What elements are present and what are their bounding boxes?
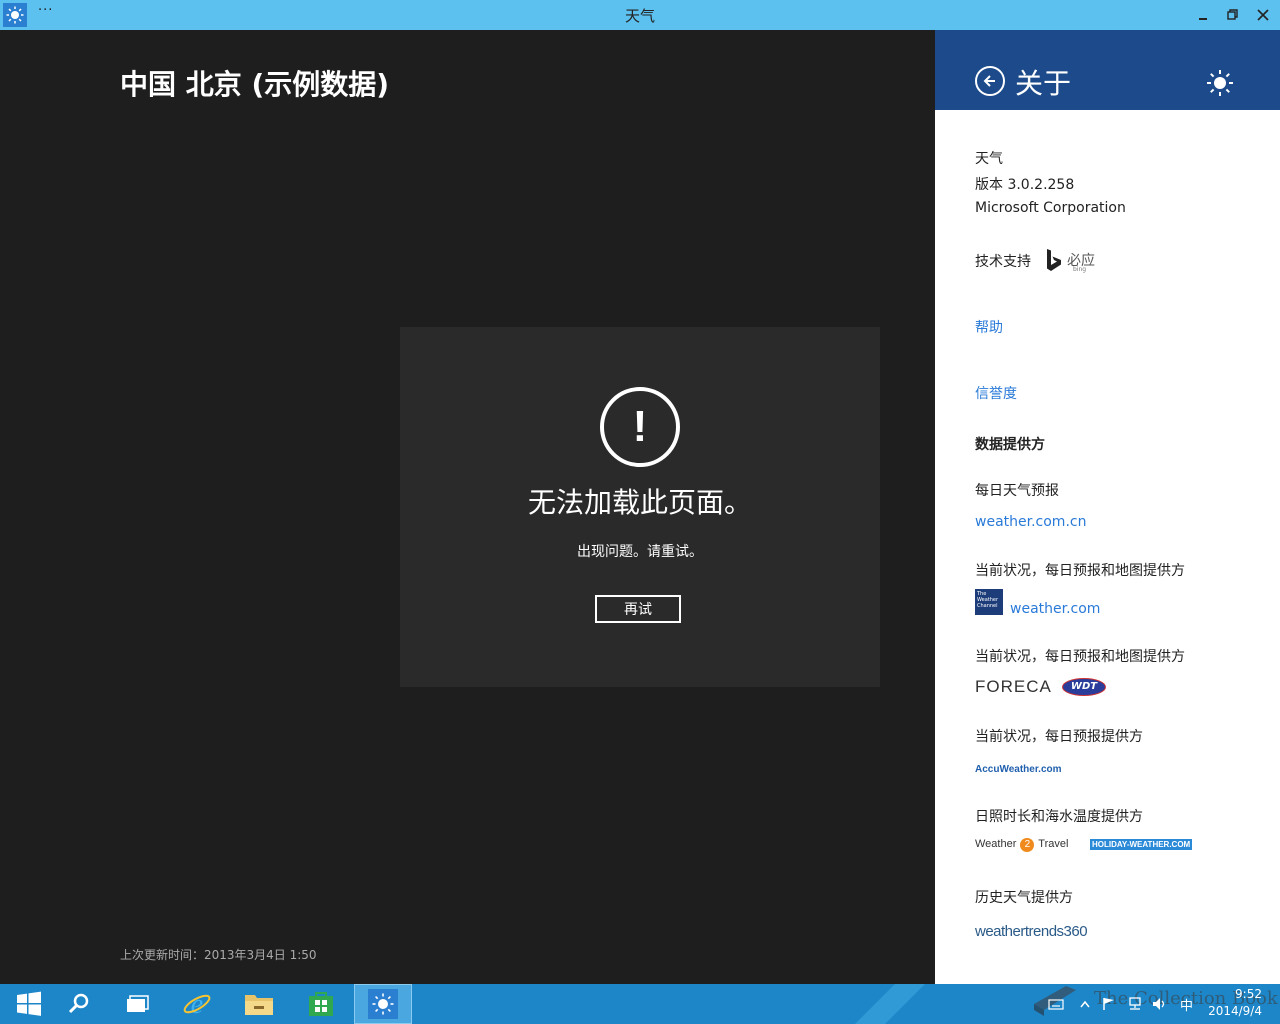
bing-logo-subtext: bing xyxy=(1073,266,1087,273)
about-panel-header: 关于 xyxy=(935,30,1280,110)
app-version: 版本 3.0.2.258 xyxy=(975,177,1075,193)
error-dialog: ! 无法加载此页面。 出现问题。请重试。 再试 xyxy=(400,327,880,687)
volume-tray-icon[interactable] xyxy=(1152,984,1168,1024)
flag-icon xyxy=(1103,998,1114,1010)
title-bar: ··· 天气 xyxy=(0,0,1280,30)
back-button[interactable] xyxy=(975,66,1005,96)
provider-label: 当前状况，每日预报提供方 xyxy=(975,729,1143,745)
store-button[interactable] xyxy=(292,984,350,1024)
restore-button[interactable] xyxy=(1222,4,1244,26)
network-icon xyxy=(1129,997,1141,1010)
minimize-icon xyxy=(1199,18,1207,20)
about-panel-title: 关于 xyxy=(1015,67,1072,100)
window-title: 天气 xyxy=(624,7,655,25)
folder-icon xyxy=(245,995,273,1015)
restore-icon xyxy=(1227,9,1238,20)
last-updated-text: 上次更新时间：2013年3月4日 1:50 xyxy=(120,948,317,962)
provider-link-weather-com-cn[interactable]: weather.com.cn xyxy=(975,514,1086,530)
task-view-button[interactable] xyxy=(108,984,166,1024)
app-company: Microsoft Corporation xyxy=(975,200,1126,216)
file-explorer-button[interactable] xyxy=(230,984,288,1024)
help-link[interactable]: 帮助 xyxy=(975,317,1003,337)
task-view-icon xyxy=(127,995,149,1012)
show-hidden-icons-button[interactable] xyxy=(1080,984,1090,1024)
weather2travel-logo: Weather 2 Travel xyxy=(975,838,1068,852)
bing-icon xyxy=(1047,249,1061,271)
weather-channel-logo: The Weather Channel xyxy=(975,589,1003,615)
clock-date: 2014/9/4 xyxy=(1208,1004,1262,1018)
close-button[interactable] xyxy=(1252,4,1274,26)
close-icon xyxy=(1257,9,1269,21)
store-icon xyxy=(309,992,333,1016)
retry-button[interactable]: 再试 xyxy=(595,595,681,623)
taskbar: e The Collection Book 中 9:52 2014/9/4 xyxy=(0,984,1280,1024)
wdt-logo: WDT xyxy=(1062,678,1106,696)
search-taskbar-button[interactable] xyxy=(50,984,108,1024)
accuweather-logo: AccuWeather.com xyxy=(975,764,1062,775)
main-content: 中国 北京 (示例数据) ! 无法加载此页面。 出现问题。请重试。 再试 上次更… xyxy=(0,30,935,984)
clock-time: 9:52 xyxy=(1235,987,1262,1001)
weather2travel-logo-left: Weather xyxy=(975,838,1017,850)
provider-label: 当前状况，每日预报和地图提供方 xyxy=(975,563,1185,579)
ime-indicator[interactable]: 中 xyxy=(1180,984,1193,1024)
weather2travel-logo-badge: 2 xyxy=(1020,838,1035,852)
holiday-weather-logo: HOLIDAY-WEATHER.COM xyxy=(1090,839,1193,850)
credits-link[interactable]: 信誉度 xyxy=(975,383,1017,403)
provider-label: 日照时长和海水温度提供方 xyxy=(975,809,1143,825)
error-title: 无法加载此页面。 xyxy=(527,486,752,519)
error-message: 出现问题。请重试。 xyxy=(577,544,703,560)
action-center-icon[interactable] xyxy=(1102,984,1116,1024)
clock[interactable]: 9:52 2014/9/4 xyxy=(1208,986,1262,1020)
search-icon xyxy=(68,993,89,1014)
provider-link-weather-com[interactable]: weather.com xyxy=(1010,601,1100,617)
warning-icon: ! xyxy=(600,387,680,467)
sun-icon xyxy=(1207,70,1233,100)
provider-label: 每日天气预报 xyxy=(975,483,1059,499)
windows-logo-icon xyxy=(17,991,41,1016)
weather-taskbar-button[interactable] xyxy=(354,984,412,1024)
provider-label: 历史天气提供方 xyxy=(975,890,1073,906)
app-name: 天气 xyxy=(975,151,1003,167)
network-tray-icon[interactable] xyxy=(1127,984,1143,1024)
weathertrends360-logo: weathertrends360 xyxy=(975,923,1088,940)
svg-text:e: e xyxy=(191,989,203,1019)
keyboard-tray-icon[interactable] xyxy=(1048,984,1064,1024)
weather-app-taskbar-icon xyxy=(368,989,398,1019)
weather2travel-logo-right: Travel xyxy=(1038,838,1069,850)
internet-explorer-button[interactable]: e xyxy=(168,984,226,1024)
minimize-button[interactable] xyxy=(1192,4,1214,26)
bing-logo: 必应 bing xyxy=(1045,248,1095,273)
powered-by-label: 技术支持 xyxy=(975,254,1031,270)
foreca-logo: FORECA xyxy=(975,677,1052,696)
taskbar-decoration xyxy=(855,984,925,1024)
back-arrow-icon xyxy=(983,75,995,87)
city-title: 中国 北京 (示例数据) xyxy=(120,68,390,101)
internet-explorer-icon: e xyxy=(183,989,211,1019)
data-providers-heading: 数据提供方 xyxy=(975,437,1045,453)
chevron-up-icon xyxy=(1080,1000,1090,1008)
speaker-icon xyxy=(1153,998,1165,1010)
provider-label: 当前状况，每日预报和地图提供方 xyxy=(975,649,1185,665)
about-panel: 关于 天气 版本 3.0.2.258 Microsoft Corporation… xyxy=(935,30,1280,984)
